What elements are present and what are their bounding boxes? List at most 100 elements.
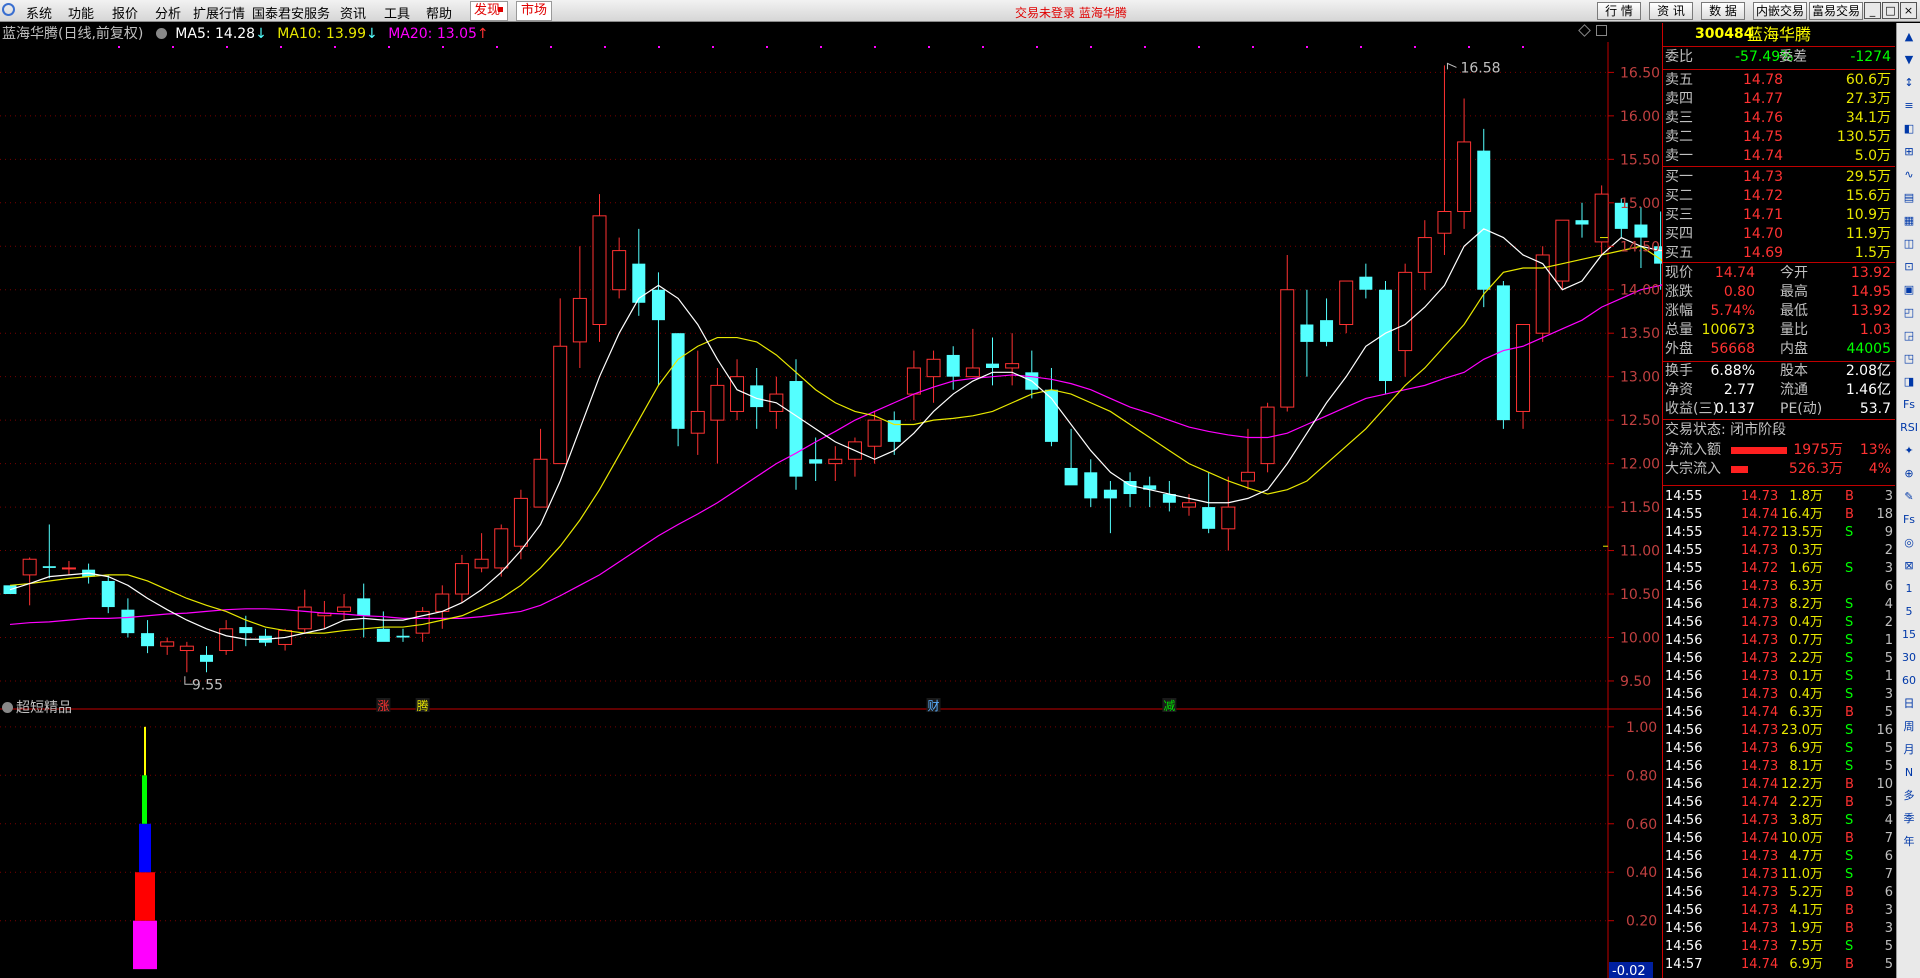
candle[interactable]: [474, 533, 489, 573]
indicator-chart[interactable]: 1.00 0.80 0.60 0.40 0.20 -0.02: [0, 718, 1662, 978]
sidebar-tool-icon[interactable]: 季: [1900, 811, 1918, 827]
candle[interactable]: [906, 350, 921, 421]
candle[interactable]: [317, 600, 332, 629]
candle[interactable]: [101, 574, 115, 614]
event-marker[interactable]: 财: [928, 699, 940, 713]
market-button[interactable]: 市场: [516, 1, 552, 21]
news-tab-button[interactable]: 资 讯: [1649, 2, 1693, 20]
menu-function[interactable]: 功能: [68, 3, 94, 22]
indicator-collapse-icon[interactable]: [2, 702, 13, 713]
candle[interactable]: [867, 411, 882, 464]
sidebar-tool-icon[interactable]: ◳: [1900, 351, 1918, 367]
tick-row[interactable]: 14:56 14.74 6.3万 B 5: [1663, 704, 1895, 722]
candle[interactable]: [494, 524, 509, 577]
tick-row[interactable]: 14:55 14.72 1.6万 S 3: [1663, 560, 1895, 578]
menu-gtja-service[interactable]: 国泰君安服务: [252, 3, 330, 22]
candle[interactable]: [42, 524, 56, 579]
tick-row[interactable]: 14:55 14.74 16.4万 B 18: [1663, 506, 1895, 524]
candle[interactable]: [710, 367, 725, 464]
candle[interactable]: [435, 585, 450, 629]
close-button[interactable]: ×: [1900, 2, 1917, 19]
sidebar-tool-icon[interactable]: 5: [1900, 604, 1918, 620]
tick-row[interactable]: 14:56 14.73 6.9万 S 5: [1663, 740, 1895, 758]
tick-row[interactable]: 14:56 14.74 10.0万 B 7: [1663, 830, 1895, 848]
sidebar-tool-icon[interactable]: ↕: [1900, 75, 1918, 91]
sidebar-tool-icon[interactable]: 周: [1900, 719, 1918, 735]
candle[interactable]: [1123, 472, 1137, 508]
sidebar-tool-icon[interactable]: 1: [1900, 581, 1918, 597]
menu-extended-market[interactable]: 扩展行情: [193, 3, 245, 22]
market-tab-button[interactable]: 行 情: [1597, 2, 1641, 20]
tick-row[interactable]: 14:56 14.73 23.0万 S 16: [1663, 722, 1895, 740]
discover-button[interactable]: 发现: [470, 1, 508, 21]
event-marker[interactable]: 涨: [377, 698, 389, 713]
sidebar-tool-icon[interactable]: 日: [1900, 696, 1918, 712]
candle[interactable]: [1005, 333, 1020, 386]
candle[interactable]: [179, 641, 194, 673]
candle[interactable]: [1221, 476, 1236, 551]
candle[interactable]: [1437, 65, 1452, 255]
candle[interactable]: [632, 228, 646, 316]
chart-window-icon[interactable]: [1596, 25, 1607, 36]
tick-row[interactable]: 14:55 14.72 13.5万 S 9: [1663, 524, 1895, 542]
candle[interactable]: [1477, 128, 1491, 308]
candle[interactable]: [141, 620, 155, 654]
app-logo-icon[interactable]: [2, 3, 15, 16]
collapse-icon[interactable]: [155, 28, 167, 39]
sidebar-tool-icon[interactable]: 年: [1900, 834, 1918, 850]
candle[interactable]: [789, 359, 803, 490]
candle[interactable]: [1280, 254, 1295, 412]
tick-row[interactable]: 14:56 14.73 0.1万 S 1: [1663, 668, 1895, 686]
candle[interactable]: [1555, 219, 1570, 290]
candle[interactable]: [396, 628, 410, 642]
sidebar-tool-icon[interactable]: ▦: [1900, 213, 1918, 229]
tick-row[interactable]: 14:55 14.73 0.3万 2: [1663, 542, 1895, 560]
tick-row[interactable]: 14:56 14.73 6.3万 6: [1663, 578, 1895, 596]
minimize-button[interactable]: _: [1864, 2, 1881, 19]
candle[interactable]: [1516, 324, 1531, 429]
tick-row[interactable]: 14:56 14.74 2.2万 B 5: [1663, 794, 1895, 812]
candle[interactable]: [1535, 246, 1550, 342]
sidebar-tool-icon[interactable]: ◨: [1900, 374, 1918, 390]
sidebar-tool-icon[interactable]: 60: [1900, 673, 1918, 689]
tick-row[interactable]: 14:56 14.73 5.2万 B 6: [1663, 884, 1895, 902]
tick-row[interactable]: 14:57 14.74 6.9万 B 5: [1663, 956, 1895, 974]
sidebar-tool-icon[interactable]: ▤: [1900, 190, 1918, 206]
event-marker[interactable]: 减: [1163, 699, 1175, 713]
candle[interactable]: [513, 489, 528, 560]
tick-row[interactable]: 14:56 14.73 4.7万 S 6: [1663, 848, 1895, 866]
sidebar-tool-icon[interactable]: ⊞: [1900, 144, 1918, 160]
candle[interactable]: [1025, 350, 1039, 399]
maximize-button[interactable]: □: [1882, 2, 1899, 19]
candle[interactable]: [592, 194, 607, 342]
sidebar-tool-icon[interactable]: 月: [1900, 742, 1918, 758]
candle[interactable]: [278, 628, 293, 651]
candle[interactable]: [219, 620, 234, 655]
menu-news[interactable]: 资讯: [340, 3, 366, 22]
candle[interactable]: [1084, 459, 1098, 508]
embedded-trade-button[interactable]: 内嵌交易: [1753, 2, 1807, 20]
candle[interactable]: [828, 446, 843, 481]
candle[interactable]: [1379, 281, 1392, 395]
sidebar-tool-icon[interactable]: ▼: [1900, 52, 1918, 68]
candle[interactable]: [1320, 298, 1334, 347]
sidebar-tool-icon[interactable]: ▣: [1900, 282, 1918, 298]
sidebar-tool-icon[interactable]: RSI: [1900, 420, 1918, 436]
candle[interactable]: [572, 246, 587, 368]
sidebar-tool-icon[interactable]: ≡: [1900, 98, 1918, 114]
candle[interactable]: [847, 437, 862, 477]
sidebar-tool-icon[interactable]: N: [1900, 765, 1918, 781]
candle[interactable]: [200, 646, 213, 673]
sidebar-tool-icon[interactable]: ✎: [1900, 489, 1918, 505]
candle[interactable]: [1575, 202, 1589, 238]
tick-row[interactable]: 14:56 14.73 2.2万 S 5: [1663, 650, 1895, 668]
candle[interactable]: [533, 428, 548, 508]
menu-tools[interactable]: 工具: [384, 3, 410, 22]
candle[interactable]: [671, 333, 685, 447]
candle[interactable]: [926, 350, 941, 403]
candle[interactable]: [1457, 98, 1472, 229]
sidebar-tool-icon[interactable]: ◎: [1900, 535, 1918, 551]
sidebar-tool-icon[interactable]: Fs: [1900, 397, 1918, 413]
tick-row[interactable]: 14:56 14.73 4.1万 B 3: [1663, 902, 1895, 920]
candle[interactable]: [160, 637, 175, 655]
